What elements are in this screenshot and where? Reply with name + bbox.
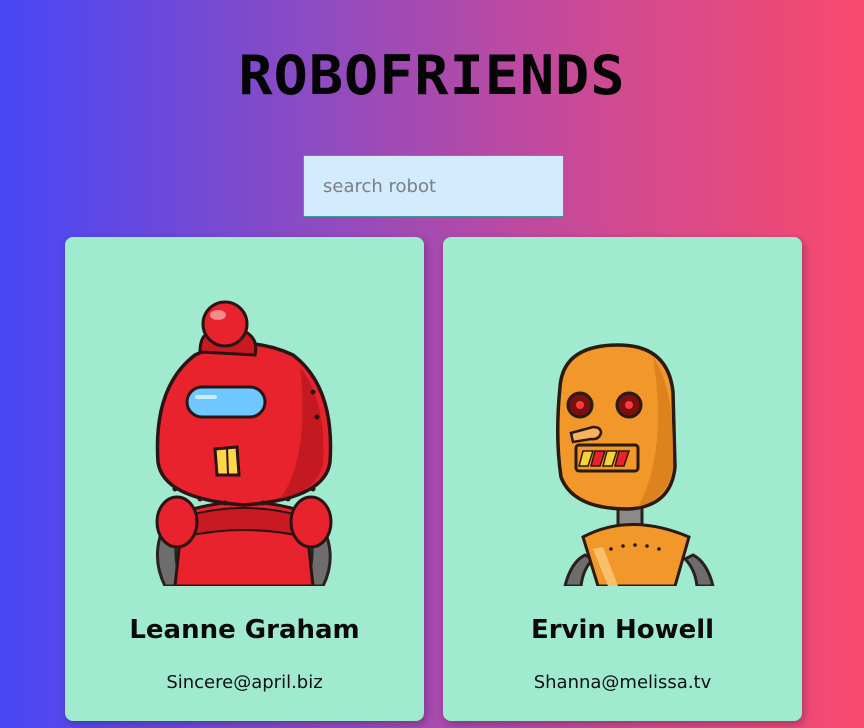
robot-name: Leanne Graham [129,615,360,645]
robot-avatar-image [556,343,715,586]
robot-email: Shanna@melissa.tv [533,672,712,693]
robot-name: Ervin Howell [530,615,715,645]
page-title: ROBOFRIENDS [238,44,626,107]
search-box [303,155,564,217]
robot-email: Sincere@april.biz [166,672,323,693]
robot-card[interactable]: Leanne Graham Sincere@april.biz [65,237,424,721]
search-input[interactable] [303,155,564,217]
robot-avatar-image [155,300,333,586]
robot-card[interactable]: Ervin Howell Shanna@melissa.tv [443,237,802,721]
